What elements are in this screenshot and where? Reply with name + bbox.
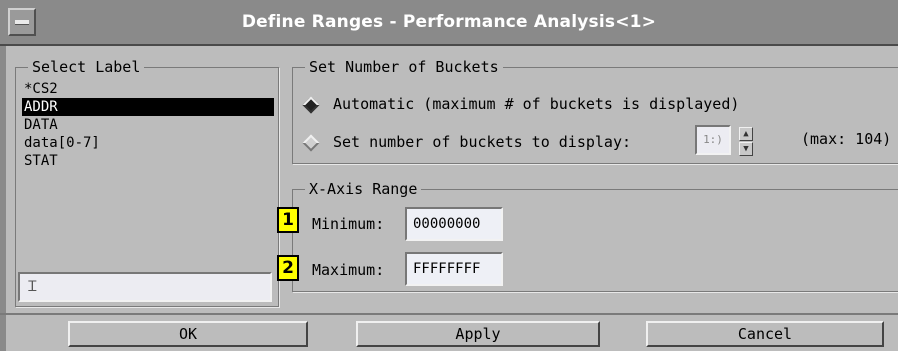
radio-unselected-icon[interactable]	[302, 134, 320, 151]
callout-1: 1	[277, 207, 299, 233]
radio-set-label: Set number of buckets to display:	[333, 133, 632, 151]
window-left-edge	[0, 46, 6, 351]
maximum-label: Maximum:	[312, 261, 385, 279]
spin-down-button[interactable]: ▼	[739, 142, 753, 156]
window-title: Define Ranges - Performance Analysis<1>	[241, 12, 657, 32]
radio-selected-icon[interactable]	[302, 96, 320, 113]
cancel-button[interactable]: Cancel	[646, 321, 884, 347]
define-ranges-dialog: Define Ranges - Performance Analysis<1> …	[0, 0, 898, 351]
bucket-count-input[interactable]: 1:)	[695, 125, 731, 155]
select-label-legend: Select Label	[28, 58, 145, 76]
maximum-input[interactable]: FFFFFFFF	[405, 252, 503, 286]
label-search-input[interactable]: Ꮖ	[18, 272, 272, 302]
list-item-selected[interactable]: ADDR	[22, 98, 274, 116]
max-buckets-text: (max: 104)	[801, 130, 892, 148]
xaxis-legend: X-Axis Range	[305, 180, 422, 198]
apply-button[interactable]: Apply	[356, 321, 600, 347]
radio-set-buckets[interactable]: Set number of buckets to display:	[302, 133, 632, 151]
list-item[interactable]: *CS2	[22, 80, 274, 98]
list-item[interactable]: data[0-7]	[22, 134, 274, 152]
minimum-input[interactable]: 00000000	[405, 207, 503, 241]
label-list[interactable]: *CS2 ADDR DATA data[0-7] STAT	[22, 80, 274, 268]
callout-2: 2	[277, 255, 299, 281]
radio-automatic[interactable]: Automatic (maximum # of buckets is displ…	[302, 95, 740, 113]
radio-automatic-label: Automatic (maximum # of buckets is displ…	[333, 95, 740, 113]
list-item[interactable]: DATA	[22, 116, 274, 134]
button-bar: OK Apply Cancel	[0, 313, 898, 351]
xaxis-range-group: X-Axis Range 1 Minimum: 00000000 2 Maxim…	[277, 180, 898, 292]
buckets-legend: Set Number of Buckets	[305, 58, 503, 76]
text-cursor-icon: Ꮖ	[28, 279, 38, 295]
minimum-label: Minimum:	[312, 215, 385, 233]
spin-up-button[interactable]: ▲	[739, 127, 753, 141]
select-label-group: Select Label *CS2 ADDR DATA data[0-7] ST…	[15, 58, 279, 307]
title-bar[interactable]: Define Ranges - Performance Analysis<1>	[0, 0, 898, 46]
list-item[interactable]: STAT	[22, 152, 274, 170]
ok-button[interactable]: OK	[68, 321, 308, 347]
buckets-group: Set Number of Buckets Automatic (maximum…	[292, 58, 898, 164]
